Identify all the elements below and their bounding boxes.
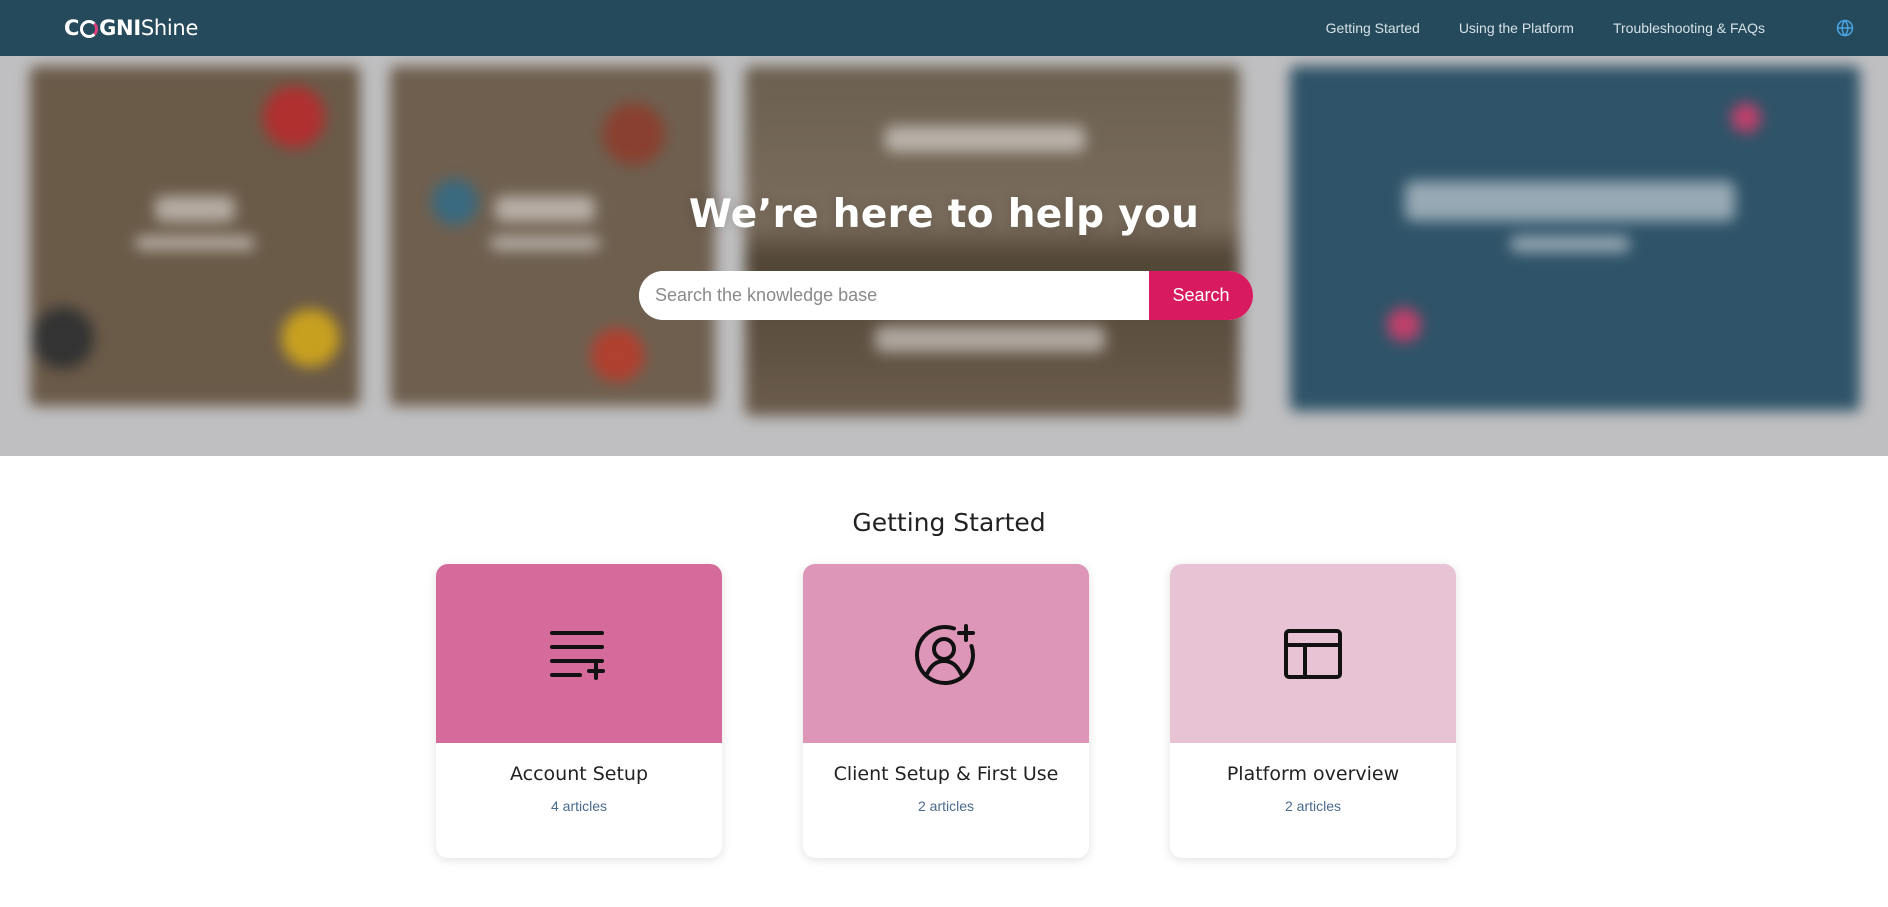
top-navbar: C GNI Shine Getting Started Using the Pl…: [0, 0, 1888, 56]
search-bar: Search: [639, 271, 1253, 320]
background-panel: [1290, 66, 1860, 411]
brand-logo[interactable]: C GNI Shine: [64, 16, 198, 40]
user-add-icon: [914, 622, 978, 686]
logo-text-gni: GNI: [99, 16, 141, 40]
card-header: [1170, 564, 1456, 743]
card-article-count: 4 articles: [550, 798, 608, 814]
nav-link-troubleshooting-faqs[interactable]: Troubleshooting & FAQs: [1613, 20, 1765, 36]
search-input[interactable]: [639, 271, 1149, 320]
nav-link-getting-started[interactable]: Getting Started: [1326, 20, 1420, 36]
logo-text-shine: Shine: [140, 16, 199, 40]
card-title: Platform overview: [1226, 763, 1400, 785]
globe-icon[interactable]: [1834, 17, 1856, 39]
logo-mark-icon: [80, 20, 99, 38]
category-card-account-setup[interactable]: Account Setup 4 articles: [436, 564, 722, 858]
background-panel: [745, 66, 1240, 416]
hero-banner: We’re here to help you Search: [0, 56, 1888, 456]
hero-title: We’re here to help you: [688, 192, 1200, 237]
hero-background-image: [0, 56, 1888, 456]
card-article-count: 2 articles: [1284, 798, 1342, 814]
card-article-count: 2 articles: [917, 798, 975, 814]
category-card-client-setup[interactable]: Client Setup & First Use 2 articles: [803, 564, 1089, 858]
category-card-platform-overview[interactable]: Platform overview 2 articles: [1170, 564, 1456, 858]
card-header: [803, 564, 1089, 743]
layout-icon: [1281, 622, 1345, 686]
main-nav: Getting Started Using the Platform Troub…: [1326, 17, 1854, 39]
list-add-icon: [547, 622, 611, 686]
section-title: Getting Started: [852, 508, 1046, 537]
card-title: Account Setup: [509, 763, 649, 785]
logo-text-c: C: [64, 16, 80, 40]
nav-link-using-the-platform[interactable]: Using the Platform: [1459, 20, 1574, 36]
card-header: [436, 564, 722, 743]
card-title: Client Setup & First Use: [833, 763, 1059, 785]
search-button[interactable]: Search: [1149, 271, 1253, 320]
